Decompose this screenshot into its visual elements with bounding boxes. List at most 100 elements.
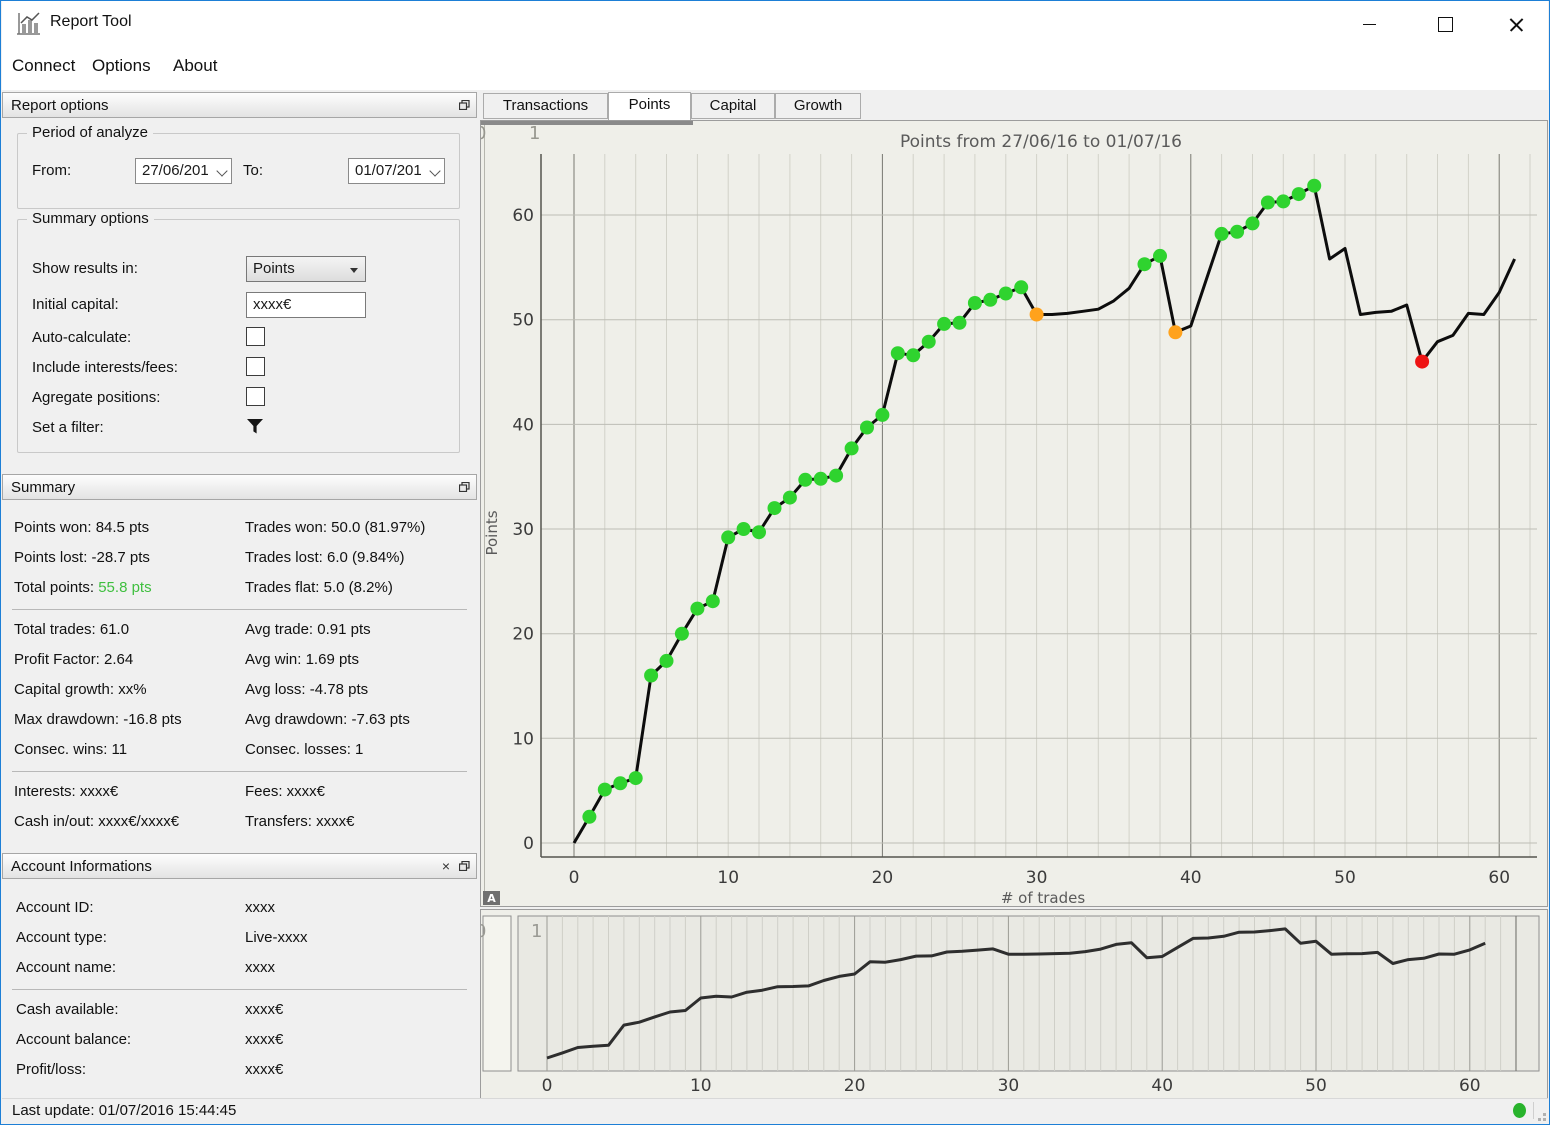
avg-loss: Avg loss: -4.78 pts xyxy=(245,681,369,698)
profit-loss-label: Profit/loss: xyxy=(16,1061,87,1078)
account-row: Account type: Live-xxxx xyxy=(2,923,479,953)
account-info-header[interactable]: Account Informations × xyxy=(2,853,477,879)
tab-transactions[interactable]: Transactions xyxy=(483,93,608,119)
chart-panel: Transactions Points Capital Growth 0 10 20… xyxy=(480,91,1548,1100)
summary-row: Points won: 84.5 pts Trades won: 50.0 (8… xyxy=(2,513,479,543)
maximize-icon xyxy=(1437,16,1453,32)
svg-text:60: 60 xyxy=(512,206,534,226)
summary-row: Max drawdown: -16.8 pts Avg drawdown: -7… xyxy=(2,705,479,735)
auto-calculate-label: Auto-calculate: xyxy=(32,329,132,346)
float-panel-icon[interactable] xyxy=(459,482,470,492)
svg-text:30: 30 xyxy=(998,1076,1020,1096)
svg-text:50: 50 xyxy=(512,311,534,331)
svg-text:0: 0 xyxy=(481,123,486,144)
avg-trade: Avg trade: 0.91 pts xyxy=(245,621,371,638)
minimize-button[interactable] xyxy=(1352,9,1386,39)
tab-bar: Transactions Points Capital Growth xyxy=(480,92,1548,120)
close-icon xyxy=(1509,17,1524,32)
svg-text:20: 20 xyxy=(844,1076,866,1096)
cash-in-out: Cash in/out: xxxx€/xxxx€ xyxy=(14,813,180,830)
trades-flat: Trades flat: 5.0 (8.2%) xyxy=(245,579,393,596)
avg-win: Avg win: 1.69 pts xyxy=(245,651,359,668)
svg-text:50: 50 xyxy=(1334,868,1356,888)
include-interests-label: Include interests/fees: xyxy=(32,359,178,376)
period-groupbox: Period of analyze From: 27/06/201 To: 01… xyxy=(17,124,460,209)
svg-text:10: 10 xyxy=(717,868,739,888)
profit-loss-value: xxxx€ xyxy=(245,1061,284,1078)
summary-row: Cash in/out: xxxx€/xxxx€ Transfers: xxxx… xyxy=(2,807,479,837)
tab-growth[interactable]: Growth xyxy=(775,93,861,119)
points-chart[interactable]: 0 10 20 30 40 50 60 0 10 20 30 40 50 60 Points from 27… xyxy=(480,120,1548,907)
initial-capital-label: Initial capital: xyxy=(32,296,119,313)
account-name-value: xxxx xyxy=(245,959,275,976)
consec-wins: Consec. wins: 11 xyxy=(14,741,128,758)
account-row: Account balance: xxxx€ xyxy=(2,1025,479,1055)
svg-text:0: 0 xyxy=(569,868,580,888)
account-balance-value: xxxx€ xyxy=(245,1031,284,1048)
float-panel-icon[interactable] xyxy=(459,861,470,871)
account-row: Account ID: xxxx xyxy=(2,893,479,923)
include-interests-checkbox[interactable] xyxy=(246,357,265,376)
close-panel-icon[interactable]: × xyxy=(440,859,452,873)
svg-text:60: 60 xyxy=(1488,868,1510,888)
svg-text:40: 40 xyxy=(1180,868,1202,888)
account-id-value: xxxx xyxy=(245,899,275,916)
svg-text:20: 20 xyxy=(872,868,894,888)
summary-row: Capital growth: xx% Avg loss: -4.78 pts xyxy=(2,675,479,705)
total-points-label: Total points: xyxy=(14,579,95,596)
connection-status-icon xyxy=(1513,1103,1526,1118)
float-panel-icon[interactable] xyxy=(459,100,470,110)
close-button[interactable] xyxy=(1499,9,1533,39)
trades-won: Trades won: 50.0 (81.97%) xyxy=(245,519,426,536)
chevron-down-icon xyxy=(429,165,441,177)
svg-text:A: A xyxy=(487,892,496,905)
cash-available-value: xxxx€ xyxy=(245,1001,284,1018)
tab-points[interactable]: Points xyxy=(608,92,691,120)
summary-row: Consec. wins: 11 Consec. losses: 1 xyxy=(2,735,479,765)
from-date-select[interactable]: 27/06/201 xyxy=(135,158,232,184)
chevron-down-icon xyxy=(216,165,228,177)
resize-grip[interactable] xyxy=(1534,1109,1546,1121)
agregate-positions-label: Agregate positions: xyxy=(32,389,161,406)
account-balance-label: Account balance: xyxy=(16,1031,132,1048)
svg-text:1: 1 xyxy=(531,921,542,942)
report-tool-window: { "window": { "title": "Report Tool" }, … xyxy=(0,0,1550,1125)
svg-text:50: 50 xyxy=(1305,1076,1327,1096)
agregate-positions-checkbox[interactable] xyxy=(246,387,265,406)
summary-header[interactable]: Summary xyxy=(2,474,477,500)
divider xyxy=(12,609,467,610)
svg-text:Points: Points xyxy=(483,510,501,555)
menu-about[interactable]: About xyxy=(173,56,217,76)
account-type-label: Account type: xyxy=(16,929,107,946)
total-trades: Total trades: 61.0 xyxy=(14,621,130,638)
account-id-label: Account ID: xyxy=(16,899,94,916)
account-info-title: Account Informations xyxy=(11,858,152,875)
initial-capital-input[interactable]: xxxx€ xyxy=(246,292,366,318)
summary-options-label: Summary options xyxy=(27,210,154,227)
navigator-chart[interactable]: 0 10 20 30 40 50 60 0 1 xyxy=(480,909,1548,1100)
summary-options-groupbox: Summary options Show results in: Points … xyxy=(17,210,460,453)
show-results-select[interactable]: Points xyxy=(246,256,366,282)
total-points: Total points: 55.8 pts xyxy=(14,573,152,603)
svg-text:30: 30 xyxy=(512,520,534,540)
menu-connect[interactable]: Connect xyxy=(12,56,75,76)
maximize-button[interactable] xyxy=(1428,9,1462,39)
cash-available-label: Cash available: xyxy=(16,1001,119,1018)
svg-text:1: 1 xyxy=(529,123,540,144)
report-options-header[interactable]: Report options xyxy=(2,92,477,118)
account-row: Profit/loss: xxxx€ xyxy=(2,1055,479,1085)
tab-capital[interactable]: Capital xyxy=(691,93,775,119)
filter-funnel-icon[interactable] xyxy=(246,418,264,435)
auto-calculate-checkbox[interactable] xyxy=(246,327,265,346)
summary-row: Profit Factor: 2.64 Avg win: 1.69 pts xyxy=(2,645,479,675)
menu-bar: Connect Options About xyxy=(2,46,1548,125)
trades-lost: Trades lost: 6.0 (9.84%) xyxy=(245,549,405,566)
profit-factor: Profit Factor: 2.64 xyxy=(14,651,134,668)
show-results-value: Points xyxy=(253,260,295,277)
svg-text:Points from 27/06/16 to 01/07/: Points from 27/06/16 to 01/07/16 xyxy=(900,132,1182,152)
to-date-select[interactable]: 01/07/201 xyxy=(348,158,445,184)
left-dock-area: Report options Period of analyze From: 2… xyxy=(2,91,479,1099)
to-date-value: 01/07/201 xyxy=(355,162,422,179)
menu-options[interactable]: Options xyxy=(92,56,151,76)
dropdown-arrow-icon xyxy=(350,268,358,273)
